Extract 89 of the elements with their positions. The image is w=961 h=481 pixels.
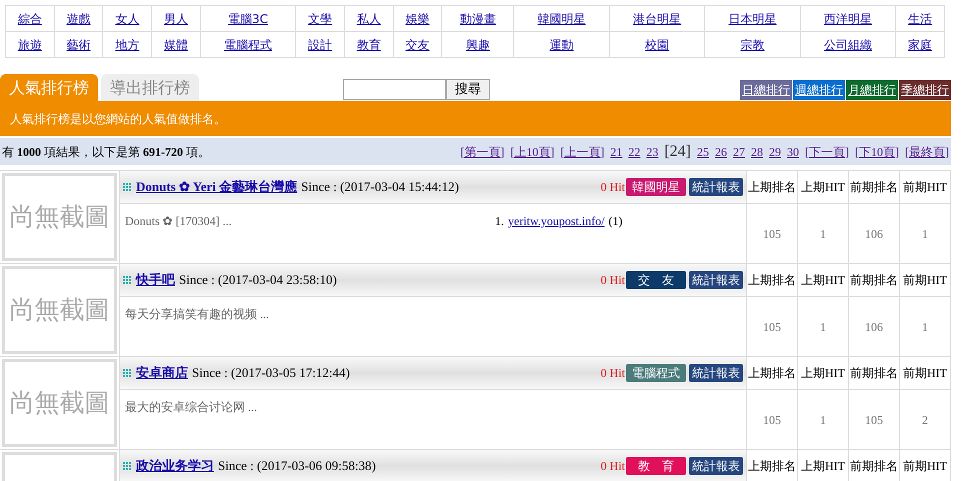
notice-banner: 人氣排行榜是以您網站的人氣值做排名。 xyxy=(0,101,951,136)
stat-header: 上期HIT xyxy=(797,171,848,203)
search-button[interactable]: 搜尋 xyxy=(446,79,490,100)
site-description: Donuts ✿ [170304] ... xyxy=(125,213,233,230)
since-date: Since : (2017-03-04 23:58:10) xyxy=(179,271,337,290)
no-screenshot-text: 尚無截圖 xyxy=(10,294,110,326)
page-link[interactable]: 30 xyxy=(787,142,799,160)
stat-header: 前期排名 xyxy=(848,450,899,481)
page-link[interactable]: [下一頁] xyxy=(805,142,849,160)
stats-report-button[interactable]: 統計報表 xyxy=(689,271,743,289)
stats-report-button[interactable]: 統計報表 xyxy=(689,457,743,475)
hit-count: 0 Hit xyxy=(600,458,625,475)
stat-value: 1 xyxy=(899,297,950,356)
stat-header: 上期HIT xyxy=(797,264,848,296)
since-date: Since : (2017-03-06 09:58:38) xyxy=(218,457,376,476)
stats-report-button[interactable]: 統計報表 xyxy=(689,178,743,196)
grid-icon xyxy=(123,182,132,192)
referrer-count: (1) xyxy=(608,213,623,230)
stat-value: 105 xyxy=(848,390,899,449)
category-tag[interactable]: 教 育 xyxy=(626,457,686,475)
stat-header: 上期排名 xyxy=(746,450,797,481)
page-link[interactable]: [第一頁] xyxy=(460,142,504,160)
hit-count: 0 Hit xyxy=(600,365,625,382)
site-title-link[interactable]: Donuts ✿ Yeri 金藝琳台灣應 xyxy=(136,177,298,197)
category-link[interactable]: 校園 xyxy=(645,38,670,52)
stat-header: 前期排名 xyxy=(848,171,899,203)
category-tag[interactable]: 交 友 xyxy=(626,271,686,289)
no-screenshot-text: 尚無截圖 xyxy=(10,387,110,420)
since-date: Since : (2017-03-04 15:44:12) xyxy=(301,178,459,196)
page-link[interactable]: 21 xyxy=(610,142,622,160)
site-description: 最大的安卓综合讨论网 ... xyxy=(125,399,258,416)
grid-icon xyxy=(123,368,132,378)
page-link[interactable]: 28 xyxy=(751,142,763,160)
no-screenshot-text: 尚無截圖 xyxy=(10,201,110,234)
stat-value: 1 xyxy=(797,204,848,263)
stat-header: 前期HIT xyxy=(899,357,950,389)
page-link[interactable]: [最終頁] xyxy=(905,142,949,160)
referrer-index: 1. xyxy=(495,213,504,230)
stat-value: 105 xyxy=(746,297,797,356)
stat-value: 2 xyxy=(899,390,950,449)
ranking-period-link[interactable]: 日總排行 xyxy=(740,80,792,100)
page-link[interactable]: [上10頁] xyxy=(510,142,554,160)
stat-header: 上期排名 xyxy=(746,264,797,296)
page-link[interactable]: 23 xyxy=(646,142,658,160)
stat-header: 上期HIT xyxy=(797,450,848,481)
category-link[interactable]: 運動 xyxy=(550,38,574,52)
stat-header: 前期排名 xyxy=(848,357,899,389)
page-link[interactable]: [下10頁] xyxy=(855,142,899,160)
stat-value: 1 xyxy=(797,390,848,449)
stat-header: 前期HIT xyxy=(899,264,950,296)
ranking-period-link[interactable]: 週總排行 xyxy=(793,80,845,100)
hit-count: 0 Hit xyxy=(600,272,625,289)
stat-value: 1 xyxy=(899,204,950,263)
referrer-link[interactable]: yeritw.youpost.info/ xyxy=(508,212,605,263)
page-link[interactable]: 29 xyxy=(769,142,781,160)
category-link[interactable]: 興趣 xyxy=(466,38,490,52)
stat-header: 前期排名 xyxy=(848,264,899,296)
stat-header: 上期HIT xyxy=(797,357,848,389)
result-summary: 有 1000 項結果，以下是第 691-720 項。 xyxy=(2,144,210,160)
page-link[interactable]: 26 xyxy=(715,142,727,160)
page-link[interactable]: 27 xyxy=(733,142,745,160)
site-title-link[interactable]: 政治业务学习 xyxy=(136,456,214,476)
grid-icon xyxy=(123,462,132,470)
site-title-link[interactable]: 快手吧 xyxy=(136,270,175,290)
stat-header: 上期排名 xyxy=(746,171,797,203)
stat-value: 1 xyxy=(797,297,848,356)
stat-header: 上期排名 xyxy=(746,357,797,389)
page-link[interactable]: [上一頁] xyxy=(560,142,604,160)
since-date: Since : (2017-03-05 17:12:44) xyxy=(192,364,350,382)
stat-value: 105 xyxy=(746,390,797,449)
category-link[interactable]: 宗教 xyxy=(740,38,765,52)
stats-report-button[interactable]: 統計報表 xyxy=(689,364,743,382)
category-tag[interactable]: 韓國明星 xyxy=(626,178,686,196)
stat-value: 106 xyxy=(848,297,899,356)
site-title-link[interactable]: 安卓商店 xyxy=(136,363,188,383)
stat-header: 前期HIT xyxy=(899,450,950,481)
search-field[interactable] xyxy=(343,79,446,100)
current-page[interactable]: [24] xyxy=(664,140,691,164)
page-link[interactable]: 22 xyxy=(628,142,640,160)
stat-header: 前期HIT xyxy=(899,171,950,203)
hit-count: 0 Hit xyxy=(600,179,625,196)
ranking-period-link[interactable]: 季總排行 xyxy=(899,80,951,100)
category-tag[interactable]: 電腦程式 xyxy=(626,364,686,382)
stat-value: 105 xyxy=(746,204,797,263)
page-link[interactable]: 25 xyxy=(697,142,709,160)
ranking-period-link[interactable]: 月總排行 xyxy=(846,80,898,100)
stat-value: 106 xyxy=(848,204,899,263)
site-description: 每天分享搞笑有趣的视频 ... xyxy=(125,306,270,323)
grid-icon xyxy=(123,276,132,284)
